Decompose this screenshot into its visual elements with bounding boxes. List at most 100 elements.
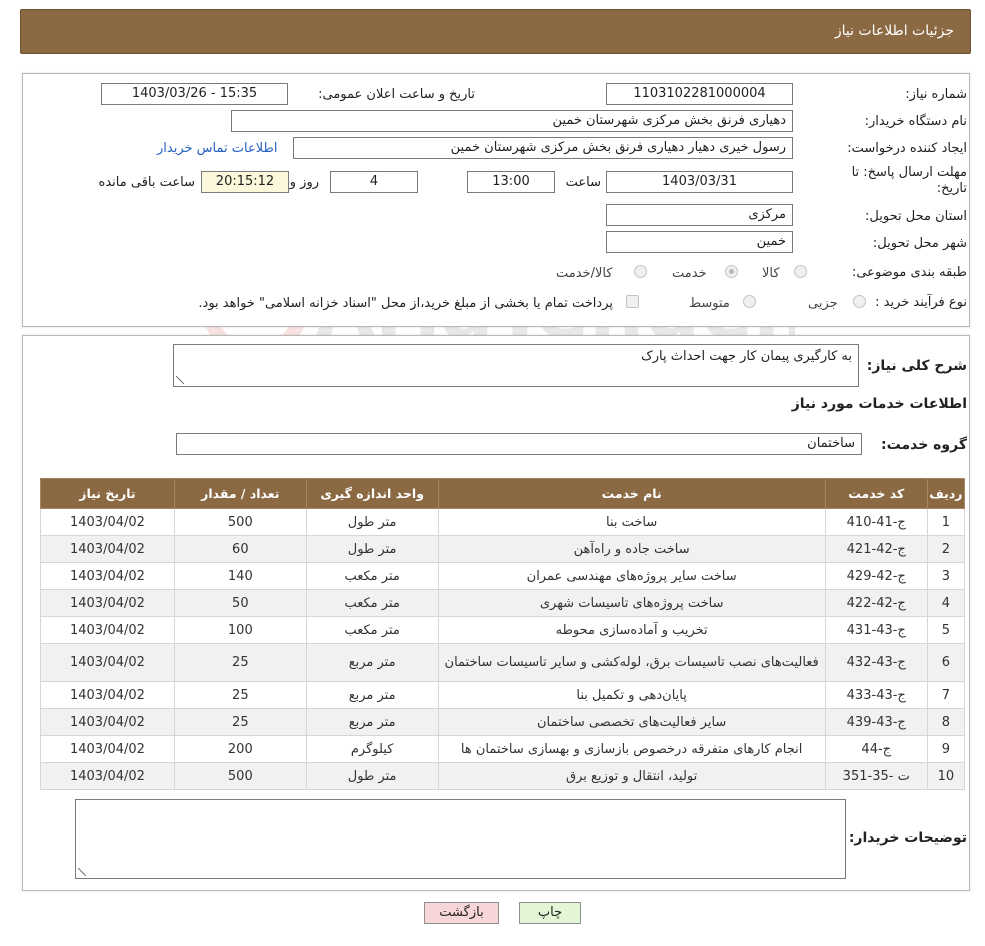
creator-label: ایجاد کننده درخواست:	[847, 141, 967, 156]
remaining-time-field: 20:15:12	[201, 171, 289, 193]
table-row[interactable]: 4 ج-42-422 ساخت پروژه‌های تاسیسات شهری متر …	[40, 589, 966, 617]
deadline-time-field[interactable]: 13:00	[467, 171, 555, 193]
category-label: طبقه بندی موضوعی:	[851, 265, 967, 280]
cell-need-date: 1403/04/02	[40, 643, 175, 682]
cell-service-code: ج-42-429	[824, 562, 928, 590]
cell-unit: متر مربع	[305, 708, 439, 736]
service-group-field[interactable]: ساختمان	[176, 433, 862, 455]
cell-unit: متر مربع	[305, 643, 439, 682]
table-row[interactable]: 3 ج-42-429 ساخت سایر پروژه‌های مهندسی عمرا…	[40, 562, 966, 590]
col-name-header: نام خدمت	[437, 478, 826, 509]
announce-field[interactable]: 1403/03/26 - 15:35	[101, 83, 288, 105]
table-row[interactable]: 5 ج-43-431 تخریب و آماده‌سازی محوطه متر مکع…	[40, 616, 966, 644]
resize-grip-icon[interactable]	[78, 868, 86, 876]
table-row[interactable]: 6 ج-43-432 فعالیت‌های نصب تاسیسات برق، لول…	[40, 643, 966, 682]
cell-unit: متر مربع	[305, 681, 439, 709]
cell-quantity: 500	[173, 762, 307, 790]
buyer-org-label: نام دستگاه خریدار:	[864, 114, 967, 129]
resize-grip-icon[interactable]	[176, 376, 184, 384]
table-body: 1 ج-41-410 ساخت بنا متر طول 500 1403/04/02 2 ج-…	[40, 508, 966, 790]
buyer-notes-label: توضیحات خریدار:	[848, 830, 967, 846]
cell-quantity: 25	[173, 681, 307, 709]
purchase-option-medium: متوسط	[689, 296, 730, 311]
cell-service-code: ج-41-410	[824, 508, 928, 536]
city-field[interactable]: خمین	[606, 231, 793, 253]
category-option-goods: کالا	[762, 266, 780, 281]
cell-need-date: 1403/04/02	[40, 589, 175, 617]
services-table: ردیف کد خدمت نام خدمت واحد اندازه گیری ت…	[40, 478, 966, 790]
cell-need-date: 1403/04/02	[40, 616, 175, 644]
cell-service-name: تولید، انتقال و توزیع برق	[437, 762, 826, 790]
cell-service-code: ج-43-439	[824, 708, 928, 736]
table-row[interactable]: 10 ت -35-351 تولید، انتقال و توزیع برق متر …	[40, 762, 966, 790]
col-unit-header: واحد اندازه گیری	[305, 478, 439, 509]
col-qty-header: تعداد / مقدار	[173, 478, 307, 509]
col-date-header: تاریخ نیاز	[40, 478, 175, 509]
cell-service-name: ساخت پروژه‌های تاسیسات شهری	[437, 589, 826, 617]
buyer-org-field[interactable]: دهیاری فرنق بخش مرکزی شهرستان خمین	[231, 110, 793, 132]
cell-service-name: پایان‌دهی و تکمیل بنا	[437, 681, 826, 709]
cell-row-number: 5	[926, 616, 966, 644]
province-field[interactable]: مرکزی	[606, 204, 793, 226]
days-label: روز و	[289, 175, 319, 190]
cell-need-date: 1403/04/02	[40, 762, 175, 790]
buyer-notes-textarea[interactable]	[75, 799, 846, 879]
need-number-field[interactable]: 1103102281000004	[606, 83, 793, 105]
table-row[interactable]: 9 ج-44 انجام کارهای متفرقه درخصوص بازسازی …	[40, 735, 966, 763]
cell-quantity: 25	[173, 708, 307, 736]
cell-need-date: 1403/04/02	[40, 562, 175, 590]
cell-service-name: سایر فعالیت‌های تخصصی ساختمان	[437, 708, 826, 736]
cell-row-number: 6	[926, 643, 966, 682]
cell-unit: متر طول	[305, 508, 439, 536]
cell-row-number: 4	[926, 589, 966, 617]
province-label: استان محل تحویل:	[865, 209, 967, 224]
creator-field[interactable]: رسول خیری دهیار دهیاری فرنق بخش مرکزی شه…	[293, 137, 793, 159]
cell-unit: کیلوگرم	[305, 735, 439, 763]
deadline-date-field[interactable]: 1403/03/31	[606, 171, 793, 193]
cell-service-name: فعالیت‌های نصب تاسیسات برق، لوله‌کشی و س…	[437, 643, 826, 682]
purchase-type-label: نوع فرآیند خرید :	[875, 295, 967, 310]
cell-service-code: ج-43-432	[824, 643, 928, 682]
summary-label: شرح کلی نیاز:	[866, 358, 967, 374]
table-row[interactable]: 1 ج-41-410 ساخت بنا متر طول 500 1403/04/02	[40, 508, 966, 536]
treasury-checkbox[interactable]	[626, 295, 639, 308]
back-button[interactable]: بازگشت	[424, 902, 499, 924]
services-title: اطلاعات خدمات مورد نیاز	[791, 396, 967, 412]
table-row[interactable]: 8 ج-43-439 سایر فعالیت‌های تخصصی ساختمان مت…	[40, 708, 966, 736]
cell-row-number: 7	[926, 681, 966, 709]
category-radio-goods-service[interactable]	[634, 265, 647, 278]
purchase-radio-minor[interactable]	[853, 295, 866, 308]
category-radio-service[interactable]	[725, 265, 738, 278]
cell-service-code: ت -35-351	[824, 762, 928, 790]
announce-label: تاریخ و ساعت اعلان عمومی:	[318, 87, 475, 102]
table-row[interactable]: 7 ج-43-433 پایان‌دهی و تکمیل بنا متر مربع 25…	[40, 681, 966, 709]
purchase-radio-medium[interactable]	[743, 295, 756, 308]
cell-row-number: 3	[926, 562, 966, 590]
cell-need-date: 1403/04/02	[40, 681, 175, 709]
cell-quantity: 25	[173, 643, 307, 682]
cell-unit: متر مکعب	[305, 562, 439, 590]
service-group-label: گروه خدمت:	[881, 437, 967, 453]
cell-service-code: ج-42-422	[824, 589, 928, 617]
cell-quantity: 200	[173, 735, 307, 763]
col-code-header: کد خدمت	[824, 478, 928, 509]
days-field[interactable]: 4	[330, 171, 418, 193]
need-number-label: شماره نیاز:	[905, 87, 967, 102]
cell-service-name: تخریب و آماده‌سازی محوطه	[437, 616, 826, 644]
category-radio-goods[interactable]	[794, 265, 807, 278]
cell-unit: متر مکعب	[305, 589, 439, 617]
buyer-contact-link[interactable]: اطلاعات تماس خریدار	[157, 141, 277, 156]
cell-service-code: ج-44	[824, 735, 928, 763]
print-button[interactable]: چاپ	[519, 902, 581, 924]
cell-need-date: 1403/04/02	[40, 708, 175, 736]
table-row[interactable]: 2 ج-42-421 ساخت جاده و راه‌آهن متر طول 60 140…	[40, 535, 966, 563]
purchase-note: پرداخت تمام یا بخشی از مبلغ خرید،از محل …	[198, 296, 613, 311]
cell-row-number: 2	[926, 535, 966, 563]
cell-row-number: 8	[926, 708, 966, 736]
col-row-header: ردیف	[926, 478, 966, 509]
summary-textarea[interactable]: به کارگیری پیمان کار جهت احداث پارک	[173, 344, 859, 387]
cell-service-code: ج-43-431	[824, 616, 928, 644]
cell-unit: متر طول	[305, 535, 439, 563]
summary-text: به کارگیری پیمان کار جهت احداث پارک	[641, 349, 852, 364]
cell-row-number: 10	[926, 762, 966, 790]
